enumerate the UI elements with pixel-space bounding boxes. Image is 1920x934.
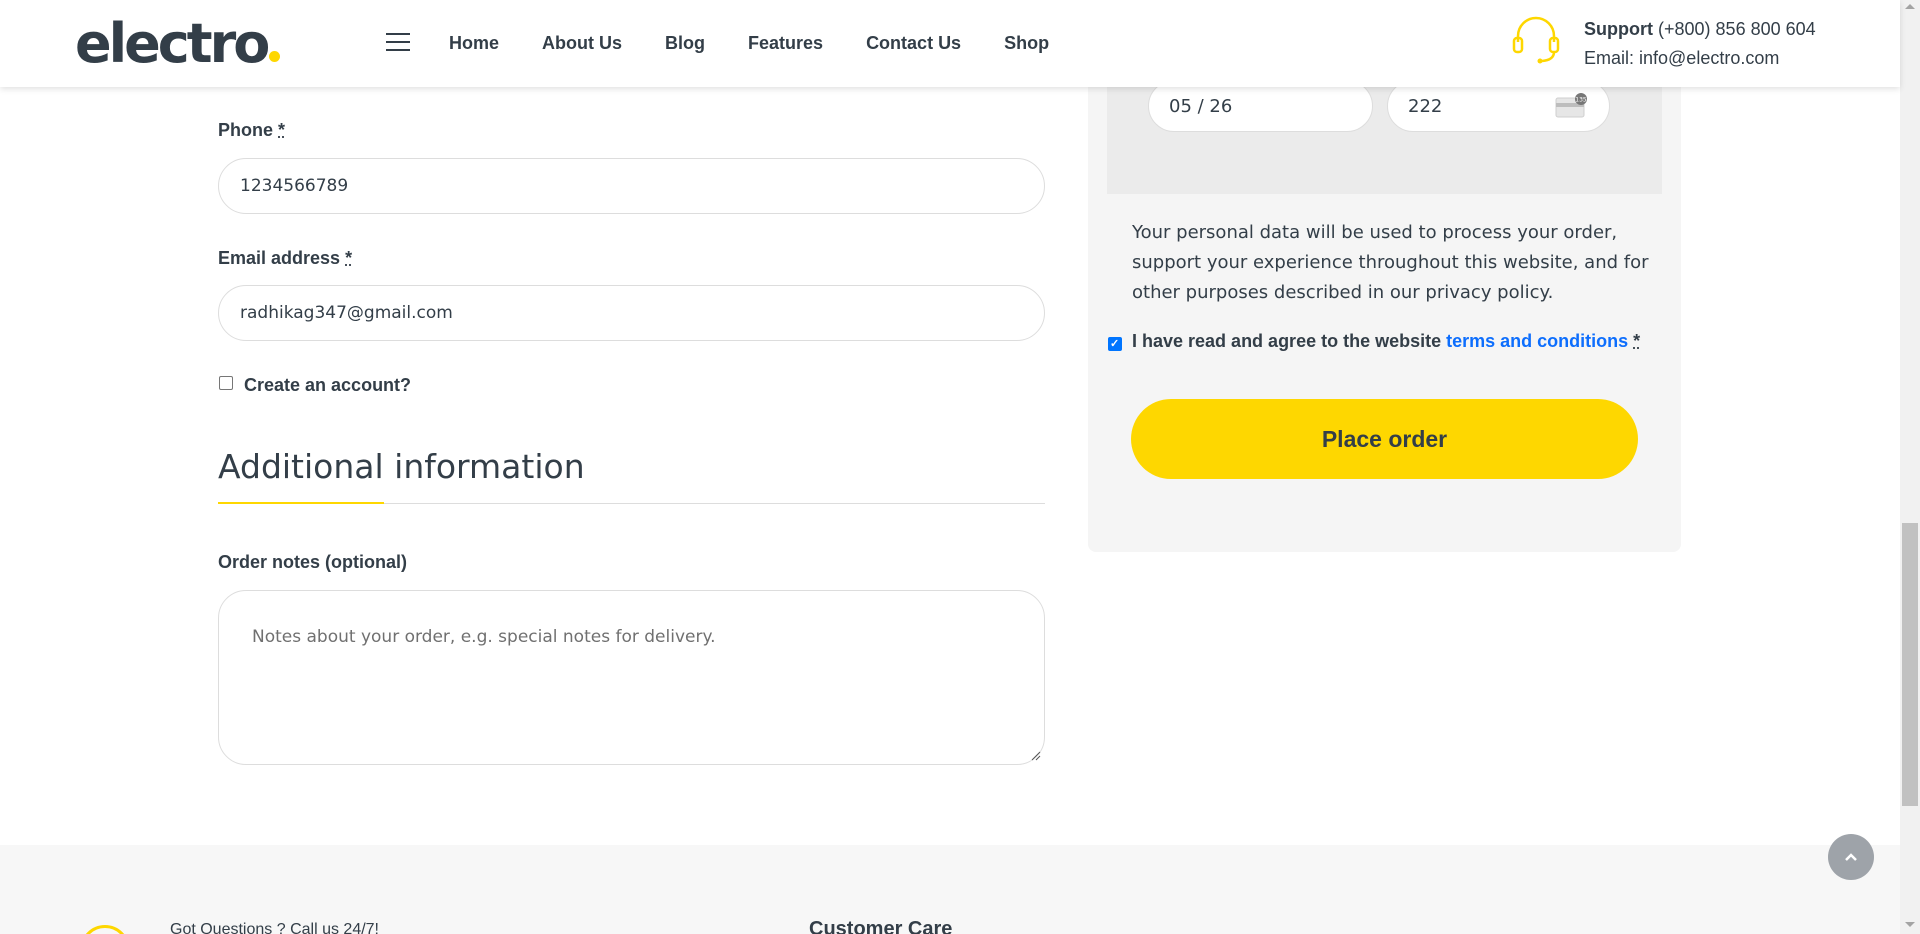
footer-questions-text: Got Questions ? Call us 24/7! bbox=[170, 921, 379, 934]
scroll-up-arrow-icon[interactable] bbox=[1905, 4, 1915, 9]
privacy-text: Your personal data will be used to proce… bbox=[1132, 222, 1649, 303]
scroll-down-arrow-icon[interactable] bbox=[1905, 922, 1915, 927]
nav-shop[interactable]: Shop bbox=[1004, 31, 1049, 55]
menu-icon[interactable] bbox=[386, 33, 410, 53]
site-logo[interactable]: electro bbox=[75, 12, 281, 75]
nav-about-us[interactable]: About Us bbox=[542, 31, 622, 55]
headset-icon bbox=[1512, 16, 1560, 64]
card-cvc-field[interactable]: 222 135 bbox=[1387, 80, 1610, 132]
phone-label: Phone * bbox=[218, 120, 286, 140]
nav-home[interactable]: Home bbox=[449, 31, 499, 55]
email-field[interactable]: radhikag347@gmail.com bbox=[218, 285, 1045, 341]
svg-text:135: 135 bbox=[1575, 97, 1587, 104]
resize-handle-icon[interactable] bbox=[1031, 751, 1041, 761]
order-notes-placeholder: Notes about your order, e.g. special not… bbox=[252, 627, 716, 647]
site-header: electro Home About Us Blog Features Cont… bbox=[0, 0, 1900, 87]
logo-dot bbox=[269, 51, 281, 62]
main-nav: Home About Us Blog Features Contact Us S… bbox=[449, 31, 1092, 55]
card-expiry-field[interactable]: 05 / 26 bbox=[1148, 80, 1373, 132]
support-label: Support bbox=[1584, 19, 1653, 39]
privacy-policy-link[interactable]: privacy policy bbox=[1425, 282, 1547, 303]
support-email[interactable]: Email: info@electro.com bbox=[1584, 44, 1816, 73]
nav-blog[interactable]: Blog bbox=[665, 31, 705, 55]
order-notes-textarea[interactable]: Notes about your order, e.g. special not… bbox=[218, 590, 1045, 765]
email-label: Email address * bbox=[218, 248, 353, 268]
heading-divider-accent bbox=[218, 502, 384, 504]
nav-features[interactable]: Features bbox=[748, 31, 823, 55]
scroll-to-top-button[interactable] bbox=[1828, 834, 1874, 880]
scrollbar-thumb[interactable] bbox=[1902, 523, 1918, 806]
additional-info-heading: Additional information bbox=[218, 447, 585, 486]
cvc-card-icon: 135 bbox=[1555, 93, 1587, 118]
logo-text: electro bbox=[75, 12, 270, 75]
phone-field[interactable]: 1234566789 bbox=[218, 158, 1045, 214]
support-phone[interactable]: (+800) 856 800 604 bbox=[1658, 19, 1816, 39]
chevron-up-icon bbox=[1845, 853, 1857, 861]
terms-label[interactable]: I have read and agree to the website ter… bbox=[1132, 331, 1640, 352]
terms-checkbox[interactable] bbox=[1108, 337, 1122, 351]
place-order-button[interactable]: Place order bbox=[1131, 399, 1638, 479]
order-notes-label: Order notes (optional) bbox=[218, 552, 407, 572]
card-cvc-value: 222 bbox=[1408, 95, 1443, 117]
terms-link[interactable]: terms and conditions bbox=[1446, 331, 1628, 351]
footer-customer-care-heading: Customer Care bbox=[809, 918, 953, 934]
create-account-checkbox[interactable] bbox=[219, 376, 233, 390]
create-account-label[interactable]: Create an account? bbox=[244, 375, 411, 396]
nav-contact-us[interactable]: Contact Us bbox=[866, 31, 961, 55]
support-info: Support (+800) 856 800 604 Email: info@e… bbox=[1584, 15, 1816, 73]
